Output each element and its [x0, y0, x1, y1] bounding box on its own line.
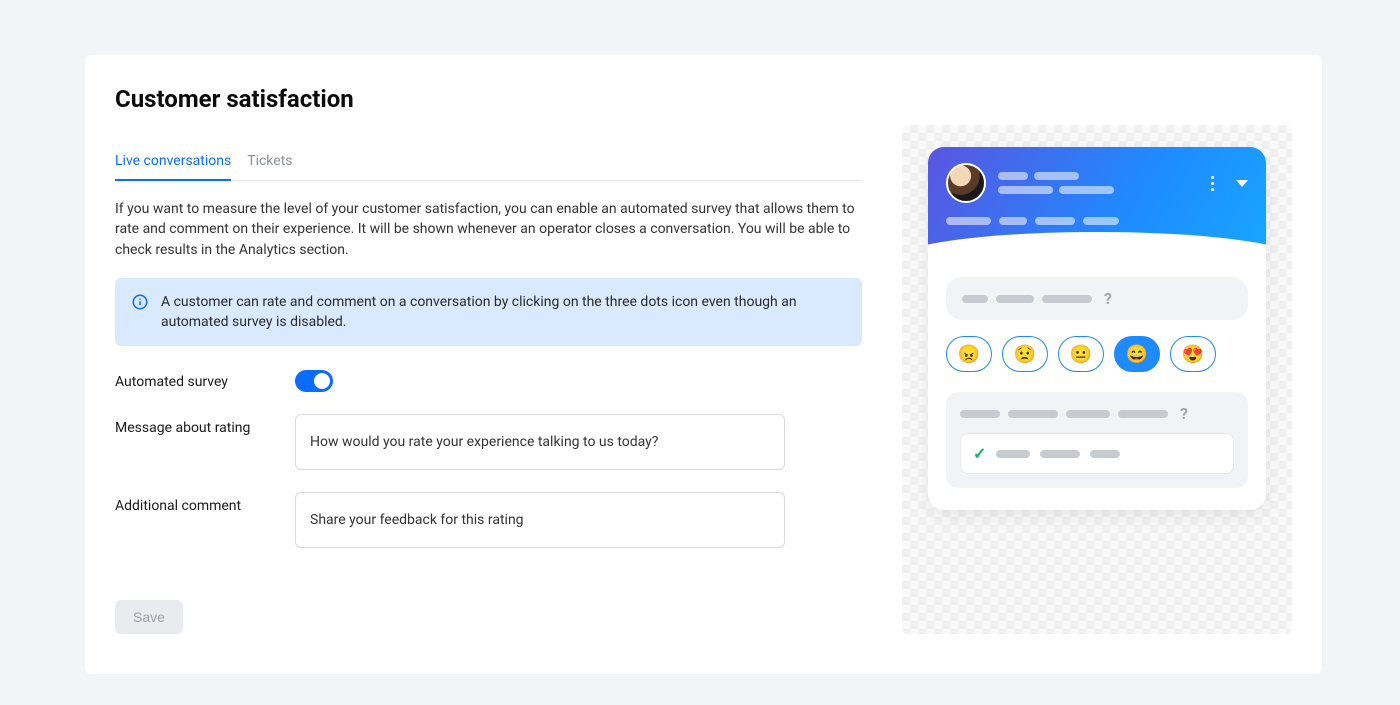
rating-love[interactable]: 😍	[1170, 336, 1216, 372]
comment-input-preview[interactable]: ✓	[960, 433, 1234, 474]
tabs: Live conversations Tickets	[115, 145, 862, 181]
rating-sad[interactable]: 😟	[1002, 336, 1048, 372]
info-icon	[131, 293, 149, 311]
row-message-rating: Message about rating	[115, 414, 862, 470]
tab-live-conversations[interactable]: Live conversations	[115, 145, 231, 181]
info-box: A customer can rate and comment on a con…	[115, 278, 862, 347]
automated-survey-toggle[interactable]	[295, 370, 333, 392]
row-automated-survey: Automated survey	[115, 368, 862, 392]
settings-panel: Customer satisfaction Live conversations…	[85, 55, 1322, 674]
question-mark-2: ?	[1180, 404, 1188, 423]
rating-angry[interactable]: 😠	[946, 336, 992, 372]
label-additional-comment: Additional comment	[115, 492, 295, 514]
message-rating-input[interactable]	[295, 414, 785, 470]
page-title: Customer satisfaction	[115, 85, 862, 113]
label-message-rating: Message about rating	[115, 414, 295, 436]
rating-happy[interactable]: 😄	[1114, 336, 1160, 372]
rating-emoji-row: 😠 😟 😐 😄 😍	[946, 336, 1248, 372]
check-icon: ✓	[973, 444, 986, 463]
settings-form: Customer satisfaction Live conversations…	[115, 85, 902, 634]
info-text: A customer can rate and comment on a con…	[161, 292, 846, 333]
header-text-placeholder	[998, 172, 1114, 194]
header-subline-placeholder	[946, 217, 1248, 225]
rating-question-bubble: ?	[946, 277, 1248, 320]
widget-body: ? 😠 😟 😐 😄 😍 ? ✓	[928, 259, 1266, 510]
more-menu-icon[interactable]	[1211, 176, 1214, 191]
rating-neutral[interactable]: 😐	[1058, 336, 1104, 372]
label-automated-survey: Automated survey	[115, 368, 295, 390]
row-additional-comment: Additional comment	[115, 492, 862, 548]
chevron-down-icon[interactable]	[1236, 180, 1248, 187]
comment-card: ? ✓	[946, 392, 1248, 488]
question-mark: ?	[1104, 289, 1112, 308]
additional-comment-input[interactable]	[295, 492, 785, 548]
widget-header	[928, 147, 1266, 259]
tab-tickets[interactable]: Tickets	[247, 145, 292, 181]
avatar	[946, 163, 986, 203]
comment-prompt-placeholder: ?	[960, 404, 1234, 423]
save-button[interactable]: Save	[115, 600, 183, 634]
chat-widget-preview: ? 😠 😟 😐 😄 😍 ? ✓	[928, 147, 1266, 510]
intro-text: If you want to measure the level of your…	[115, 199, 862, 260]
survey-preview: ? 😠 😟 😐 😄 😍 ? ✓	[902, 125, 1292, 634]
